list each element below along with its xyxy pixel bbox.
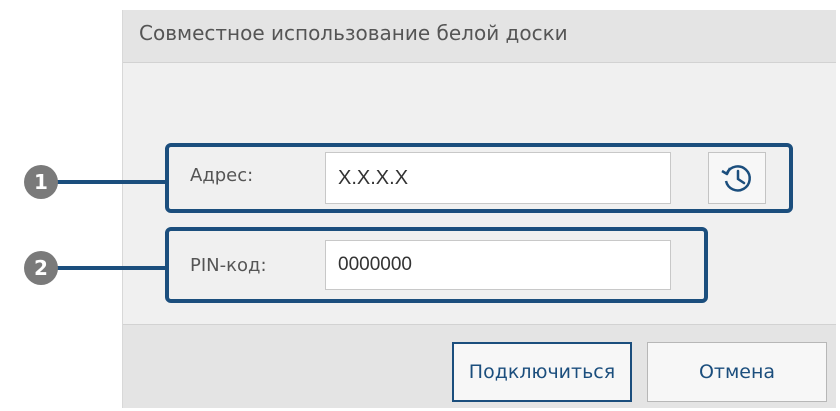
address-label: Адрес:: [190, 165, 254, 186]
history-button[interactable]: [708, 152, 766, 204]
dialog-title: Совместное использование белой доски: [139, 21, 568, 45]
dialog-titlebar: Совместное использование белой доски: [123, 10, 836, 63]
callout-leader-2: [56, 266, 166, 270]
callout-leader-1: [56, 180, 166, 184]
pin-label: PIN-код:: [190, 255, 267, 276]
address-value: X.X.X.X: [338, 166, 409, 189]
connect-button[interactable]: Подключиться: [452, 342, 632, 402]
pin-value: 0000000: [338, 254, 412, 275]
history-clock-icon: [721, 165, 751, 192]
pin-input[interactable]: 0000000: [325, 240, 671, 290]
callout-badge-1: 1: [24, 165, 58, 199]
address-input[interactable]: X.X.X.X: [325, 152, 671, 204]
callout-badge-2: 2: [24, 251, 58, 285]
cancel-button[interactable]: Отмена: [647, 342, 827, 402]
